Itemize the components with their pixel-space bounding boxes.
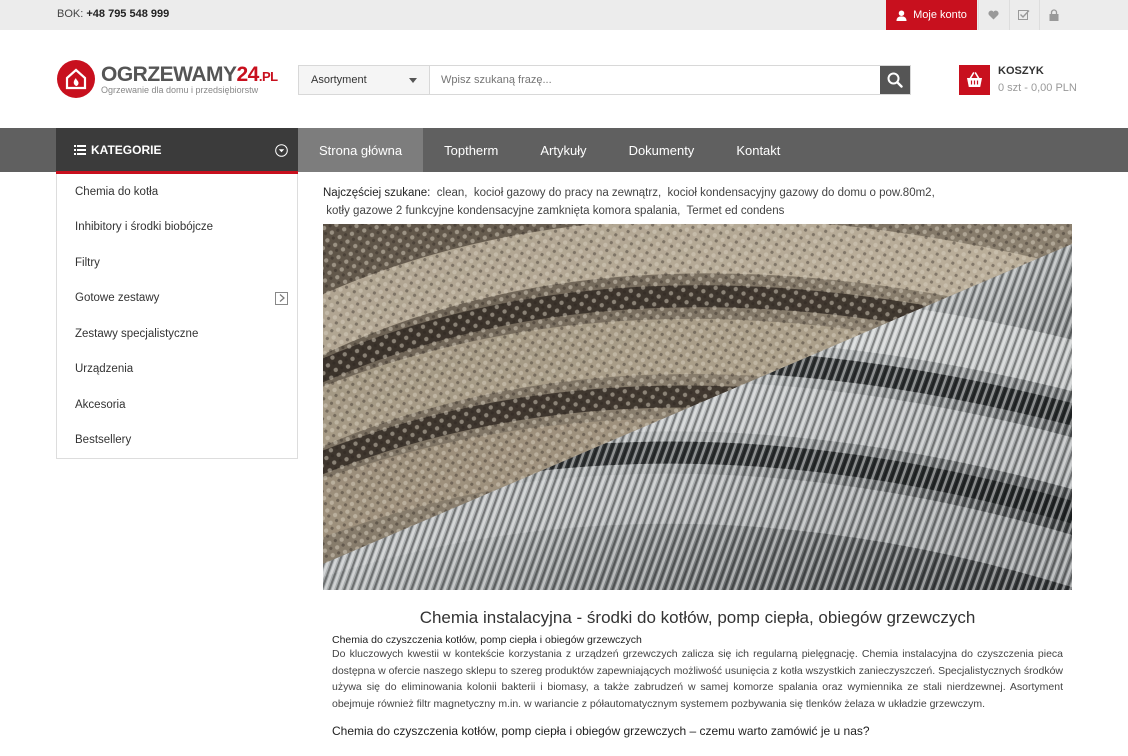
search-button[interactable] [880, 66, 910, 94]
sidebar-item-special-sets[interactable]: Zestawy specjalistyczne [57, 316, 297, 352]
search-category-value: Asortyment [311, 74, 367, 86]
hotline-phone[interactable]: +48 795 548 999 [86, 8, 169, 20]
top-bar: BOK: +48 795 548 999 Moje konto [0, 0, 1128, 30]
popular-searches-label: Najczęściej szukane: [323, 187, 431, 199]
sidebar-item-devices[interactable]: Urządzenia [57, 352, 297, 388]
logo-house-icon [57, 60, 95, 98]
list-icon [74, 144, 86, 155]
sidebar-item-boiler-chemicals[interactable]: Chemia do kotła [57, 174, 297, 210]
popular-search-link[interactable]: kotły gazowe 2 funkcyjne kondensacyjne z… [326, 205, 680, 217]
logo-tagline: Ogrzewanie dla domu i przedsiębiorstw [101, 84, 259, 95]
sidebar-item-ready-sets[interactable]: Gotowe zestawy [57, 281, 297, 317]
logo-name-24: 24 [236, 62, 260, 86]
hero-image-boiler-exchanger [323, 224, 1072, 590]
cart-title: KOSZYK [998, 65, 1044, 77]
cart-button[interactable] [959, 65, 990, 95]
wishlist-button[interactable] [978, 0, 1007, 30]
popular-searches: Najczęściej szukane: clean, kocioł gazow… [323, 184, 1072, 220]
main-navigation: KATEGORIE Strona główna Toptherm Artykuł… [0, 128, 1128, 174]
top-menu: Strona główna Toptherm Artykuły Dokument… [298, 128, 801, 172]
nav-documents[interactable]: Dokumenty [608, 128, 716, 172]
nav-articles[interactable]: Artykuły [519, 128, 607, 172]
search-category-select[interactable]: Asortyment [299, 66, 430, 94]
popular-search-link[interactable]: clean, [437, 187, 468, 199]
nav-home[interactable]: Strona główna [298, 128, 424, 172]
header: OGRZEWAMY24.PL Ogrzewanie dla domu i prz… [0, 30, 1128, 128]
chevron-right-icon[interactable] [275, 291, 288, 305]
circle-chevron-down-icon [275, 144, 288, 157]
my-account-button[interactable]: Moje konto [886, 0, 977, 30]
login-button[interactable] [1039, 0, 1068, 30]
sidebar-item-label: Gotowe zestawy [75, 292, 160, 305]
sidebar-item-inhibitors[interactable]: Inhibitory i środki biobójcze [57, 210, 297, 246]
popular-search-link[interactable]: kocioł kondensacyjny gazowy do domu o po… [668, 187, 935, 199]
sidebar-item-bestsellers[interactable]: Bestsellery [57, 423, 297, 459]
category-sidebar: Chemia do kotła Inhibitory i środki biob… [56, 174, 298, 459]
logo-name-main: OGRZEWAMY [101, 62, 237, 86]
categories-label: KATEGORIE [91, 142, 162, 157]
article-body: Chemia do czyszczenia kotłów, pomp ciepł… [323, 634, 1063, 738]
user-icon [896, 9, 907, 21]
search-input[interactable] [430, 66, 880, 94]
cart[interactable]: KOSZYK 0 szt - 0,00 PLN [959, 65, 1077, 95]
basket-icon [967, 72, 982, 87]
checkbox-icon [1018, 10, 1030, 20]
heart-icon [987, 10, 999, 20]
article-subtitle: Chemia do czyszczenia kotłów, pomp ciepł… [332, 634, 642, 646]
search-icon [887, 72, 903, 88]
main-content: Najczęściej szukane: clean, kocioł gazow… [323, 174, 1072, 738]
logo[interactable]: OGRZEWAMY24.PL Ogrzewanie dla domu i prz… [57, 60, 278, 98]
nav-toptherm[interactable]: Toptherm [423, 128, 519, 172]
my-account-label: Moje konto [913, 9, 967, 21]
sidebar-item-filters[interactable]: Filtry [57, 245, 297, 281]
article-paragraph: Do kluczowych kwestii w kontekście korzy… [332, 648, 1063, 710]
search-bar: Asortyment [298, 65, 911, 95]
cart-summary: 0 szt - 0,00 PLN [998, 82, 1077, 94]
caret-down-icon [409, 77, 417, 83]
compare-button[interactable] [1009, 0, 1038, 30]
hotline-label: BOK: [57, 8, 84, 20]
article-subtitle-2: Chemia do czyszczenia kotłów, pomp ciepł… [332, 724, 870, 738]
categories-toggle[interactable]: KATEGORIE [56, 128, 298, 174]
popular-search-link[interactable]: kocioł gazowy do pracy na zewnątrz, [474, 187, 661, 199]
sidebar-item-accessories[interactable]: Akcesoria [57, 387, 297, 423]
lock-icon [1049, 9, 1059, 21]
nav-contact[interactable]: Kontakt [715, 128, 801, 172]
popular-search-link[interactable]: Termet ed condens [687, 205, 785, 217]
logo-name-pl: .PL [258, 68, 278, 84]
article-title: Chemia instalacyjna - środki do kotłów, … [419, 608, 976, 627]
hotline: BOK: +48 795 548 999 [57, 8, 169, 20]
